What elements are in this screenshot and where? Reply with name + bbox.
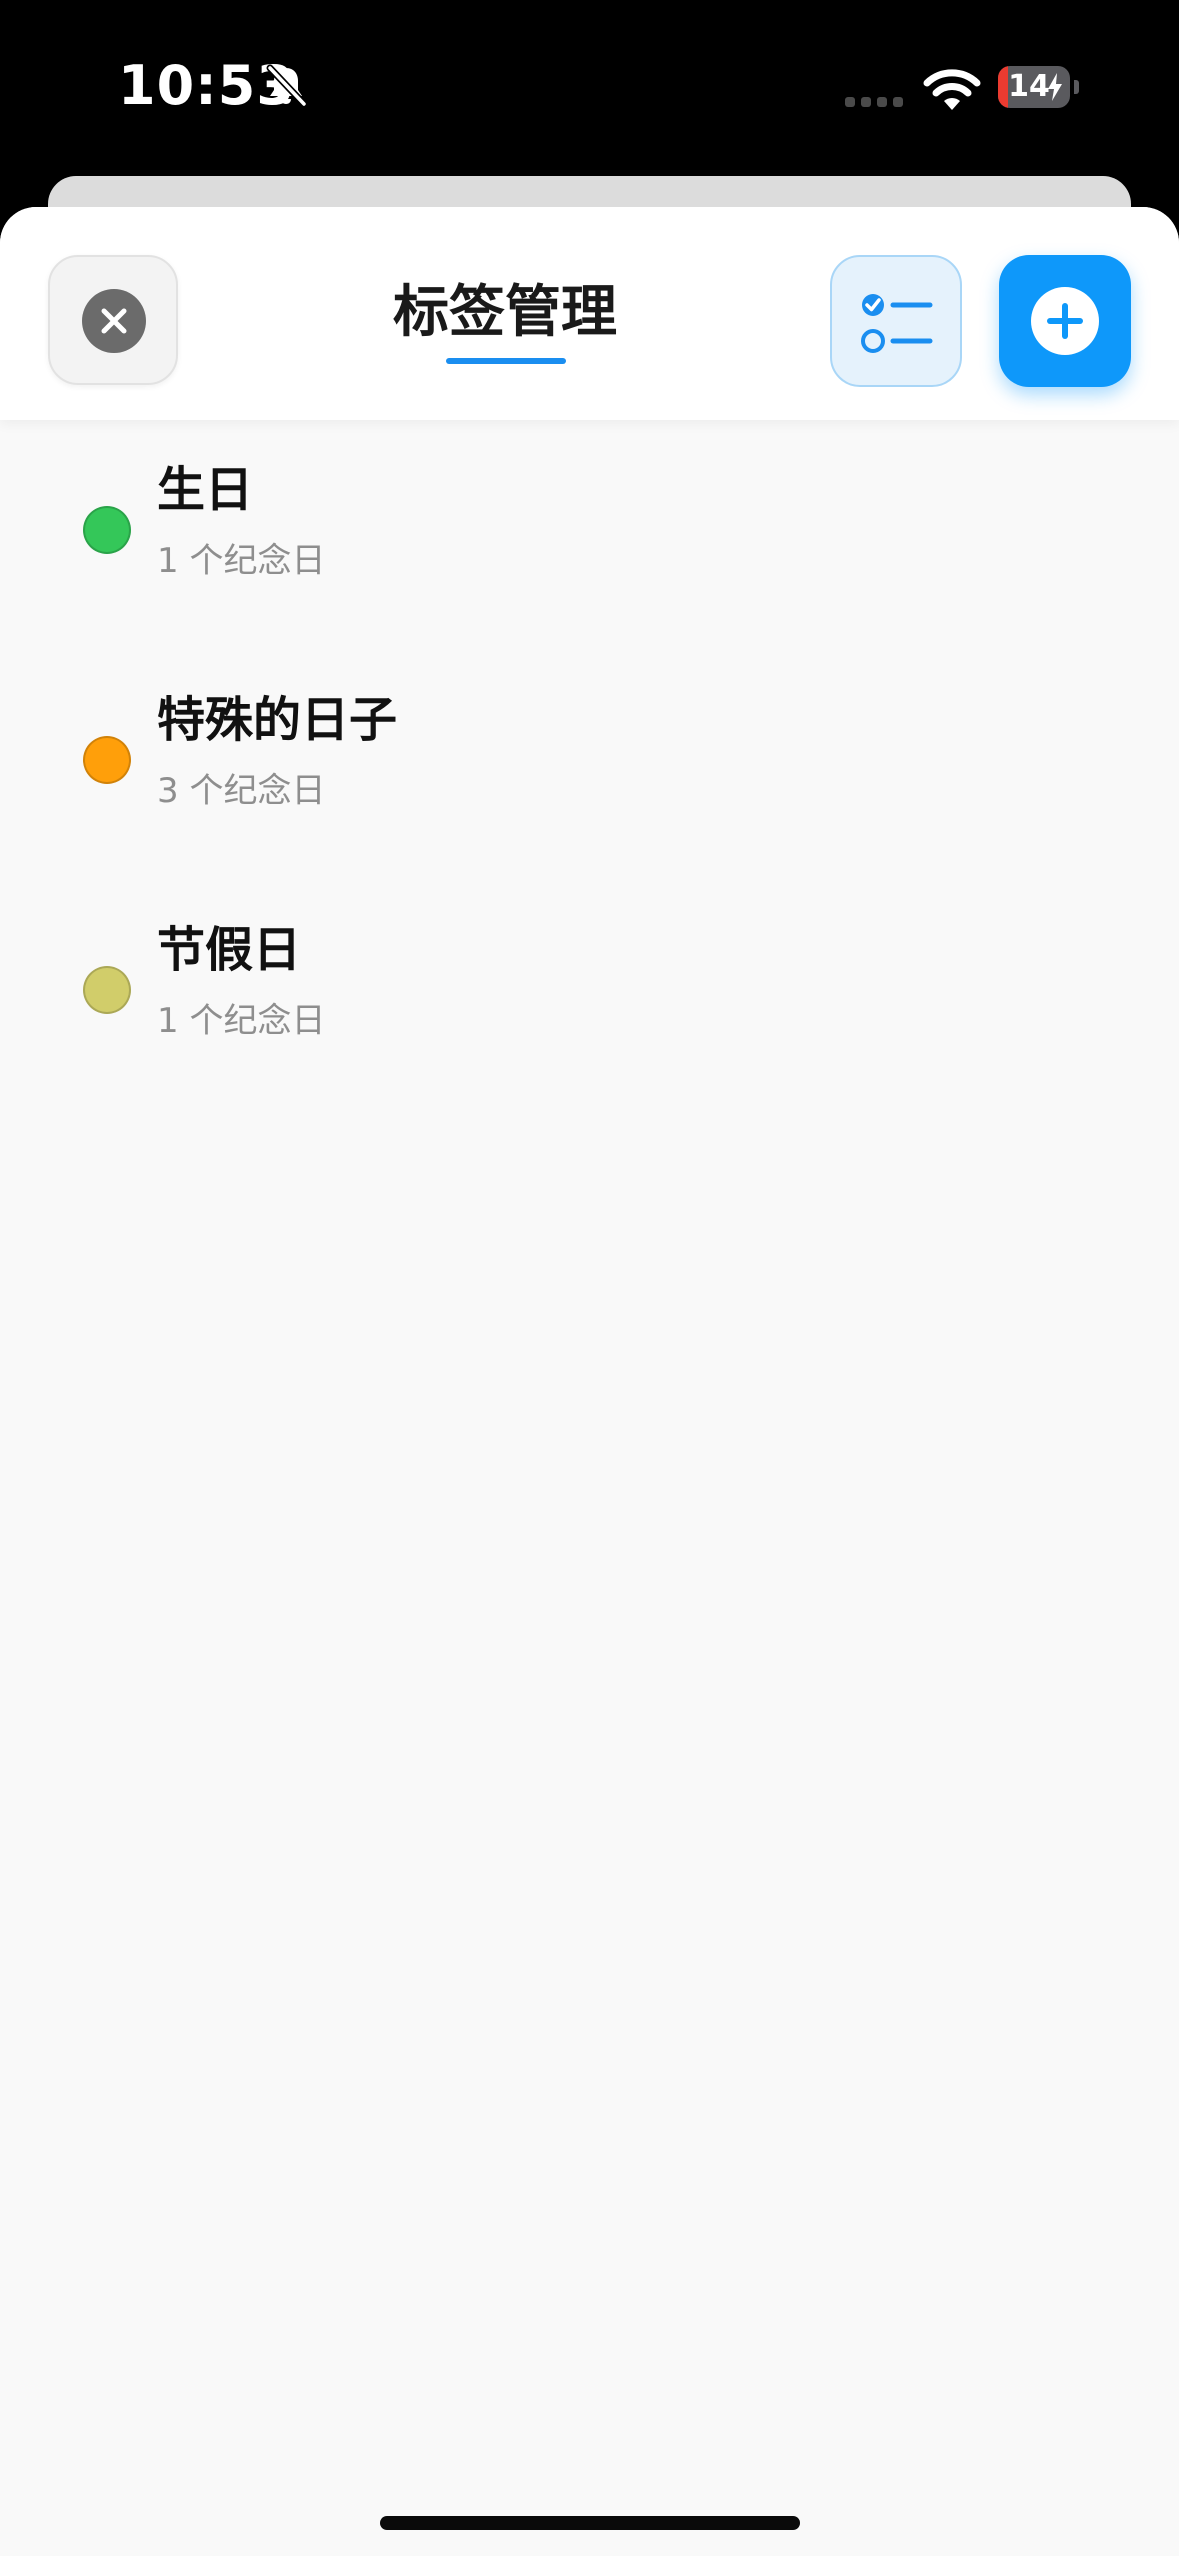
xmark-circle-icon	[101, 308, 127, 334]
tag-color-dot	[83, 506, 131, 554]
multi-select-button[interactable]	[830, 255, 962, 387]
status-bar: 10:53 14	[0, 0, 1179, 170]
tag-color-dot	[83, 966, 131, 1014]
cellular-dots-icon	[845, 97, 903, 107]
tag-item-special-days[interactable]: 特殊的日子 3 个纪念日	[0, 673, 1179, 903]
tag-management-sheet: 标签管理 生日 1 个纪念日 特殊的日子 3 个纪念日 节假日 1 个纪念日	[0, 207, 1179, 2556]
plus-circle-icon	[1031, 287, 1099, 355]
page-title: 标签管理	[393, 280, 617, 345]
add-tag-button[interactable]	[999, 255, 1131, 387]
checklist-icon	[861, 294, 933, 353]
tag-name: 节假日	[157, 922, 302, 978]
screen: 10:53 14 标签管理 生日 1 个纪念日 特殊的日子 3 个纪念日 节假日…	[0, 0, 1179, 2556]
battery-body: 14	[998, 66, 1070, 108]
tag-name: 生日	[157, 462, 254, 518]
battery-indicator: 14	[998, 66, 1079, 108]
tag-count: 1 个纪念日	[157, 541, 326, 581]
tag-count: 3 个纪念日	[157, 771, 326, 811]
home-indicator[interactable]	[380, 2516, 800, 2530]
tag-list: 生日 1 个纪念日 特殊的日子 3 个纪念日 节假日 1 个纪念日	[0, 443, 1179, 1133]
wifi-icon	[923, 69, 981, 110]
battery-cap	[1074, 80, 1079, 94]
tag-color-dot	[83, 736, 131, 784]
close-circle	[82, 289, 146, 353]
tag-item-birthday[interactable]: 生日 1 个纪念日	[0, 443, 1179, 673]
nav-header: 标签管理	[0, 207, 1179, 420]
tag-item-holidays[interactable]: 节假日 1 个纪念日	[0, 903, 1179, 1133]
close-button[interactable]	[48, 255, 178, 385]
tag-count: 1 个纪念日	[157, 1001, 326, 1041]
bell-slash-icon	[266, 64, 308, 108]
title-underline	[446, 358, 566, 364]
bolt-icon	[1048, 73, 1062, 101]
tag-name: 特殊的日子	[157, 692, 398, 748]
